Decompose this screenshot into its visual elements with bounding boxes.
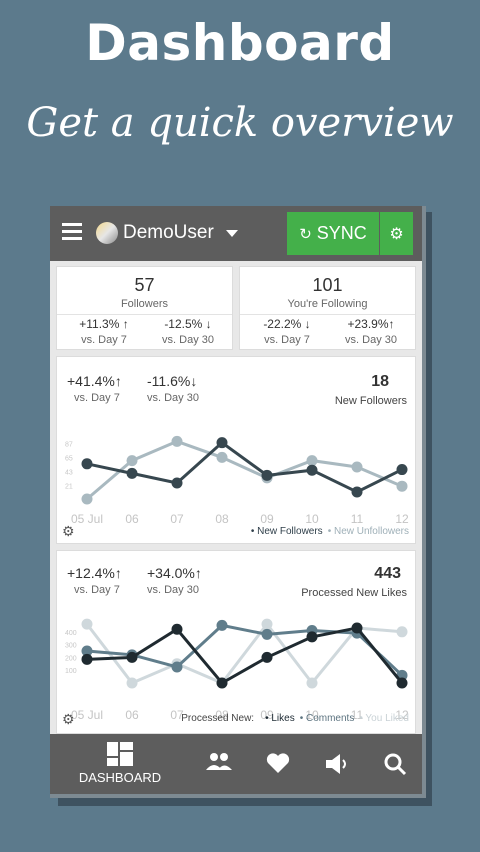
divider	[240, 314, 415, 315]
data-point	[351, 461, 363, 473]
followers-delta-day30-label: vs. Day 30	[162, 334, 214, 346]
x-tick-label: 07	[170, 512, 184, 526]
promo-title: Dashboard	[85, 14, 395, 72]
user-avatar[interactable]	[96, 222, 118, 244]
x-tick-label: 08	[215, 512, 229, 526]
x-tick-label: 05 Jul	[71, 512, 103, 526]
followers-line-chart: 87 65 43 21 05 Jul 06 07 08 09 10 11 12	[65, 435, 409, 526]
data-point	[261, 618, 273, 630]
x-tick-label: 11	[351, 512, 364, 526]
data-point	[396, 464, 408, 476]
followers-delta-day7-label: vs. Day 7	[81, 334, 127, 346]
chevron-down-icon[interactable]	[226, 230, 238, 237]
data-point	[306, 631, 318, 643]
data-point	[81, 493, 93, 505]
data-point	[81, 618, 93, 630]
promo-subtitle: Get a quick overview	[26, 100, 454, 146]
followers-stat-card[interactable]: 57 Followers +11.3% ↑ vs. Day 7 -12.5% ↓…	[56, 266, 233, 350]
data-point	[216, 451, 228, 463]
following-stat-card[interactable]: 101 You're Following -22.2% ↓ vs. Day 7 …	[239, 266, 416, 350]
divider	[57, 314, 232, 315]
megaphone-icon[interactable]	[324, 752, 350, 776]
y-tick-label: 400	[65, 630, 77, 637]
followers-count: 57	[134, 275, 155, 295]
followers-delta-day30: -12.5% ↓	[164, 317, 212, 331]
following-label: You're Following	[287, 298, 368, 310]
data-point	[396, 480, 408, 492]
y-tick-label: 21	[65, 484, 73, 491]
likes-chart-card[interactable]: +12.4%↑ vs. Day 7 +34.0%↑ vs. Day 30 443…	[56, 550, 416, 734]
data-point	[396, 677, 408, 689]
data-point	[126, 677, 138, 689]
x-tick-label: 06	[125, 512, 139, 526]
likes-chart-legend: Processed New: • Likes • Comments • You Lik…	[181, 713, 409, 724]
gear-icon[interactable]: ⚙	[380, 212, 413, 255]
search-icon[interactable]	[383, 752, 407, 776]
nav-dashboard-label: DASHBOARD	[78, 770, 162, 785]
data-point	[216, 437, 228, 449]
chart-settings-icon[interactable]: ⚙	[62, 711, 75, 728]
data-point	[306, 455, 318, 467]
data-point	[306, 464, 318, 476]
sync-button[interactable]: ↻ SYNC	[287, 212, 379, 255]
dashboard-icon	[107, 742, 133, 766]
y-tick-label: 43	[65, 469, 73, 476]
data-point	[351, 622, 363, 634]
top-bar: DemoUser ↻ SYNC ⚙	[50, 206, 422, 261]
data-point	[171, 661, 183, 673]
x-tick-label: 10	[305, 512, 319, 526]
y-tick-label: 300	[65, 643, 77, 650]
x-tick-label: 09	[260, 512, 274, 526]
data-point	[216, 619, 228, 631]
data-point	[351, 486, 363, 498]
y-tick-label: 87	[65, 441, 73, 448]
y-tick-label: 100	[65, 668, 77, 675]
y-tick-label: 65	[65, 455, 73, 462]
legend-item: • You Liked	[359, 713, 409, 724]
x-tick-label: 06	[125, 708, 139, 722]
y-tick-label: 200	[65, 655, 77, 662]
data-point	[126, 467, 138, 479]
data-point	[216, 677, 228, 689]
data-point	[126, 455, 138, 467]
data-point	[171, 435, 183, 447]
following-delta-day7: -22.2% ↓	[263, 317, 311, 331]
phone-screen: DemoUser ↻ SYNC ⚙ 57 Followers +11.3% ↑ …	[50, 206, 422, 794]
likes-line-chart: 40030020010005 Jul 06 07 08 09 10 11 12	[65, 618, 409, 722]
data-point	[171, 623, 183, 635]
data-point	[261, 469, 273, 481]
legend-item: • Comments	[299, 713, 355, 724]
following-count: 101	[312, 275, 343, 295]
followers-chart-legend: • New Followers • New Unfollowers	[246, 526, 409, 537]
followers-chart-card[interactable]: +41.4%↑ vs. Day 7 -11.6%↓ vs. Day 30 18 …	[56, 356, 416, 544]
data-point	[81, 458, 93, 470]
x-tick-label: 05 Jul	[71, 708, 103, 722]
heart-icon[interactable]	[266, 752, 290, 774]
following-delta-day30-label: vs. Day 30	[345, 334, 397, 346]
following-delta-day7-label: vs. Day 7	[264, 334, 310, 346]
users-icon[interactable]	[205, 752, 233, 772]
data-point	[126, 651, 138, 663]
legend-item: • New Unfollowers	[327, 526, 409, 537]
nav-dashboard[interactable]: DASHBOARD	[70, 734, 170, 794]
following-delta-day30: +23.9%↑	[347, 317, 395, 331]
data-point	[261, 651, 273, 663]
data-point	[396, 626, 408, 638]
x-tick-label: 12	[395, 512, 409, 526]
data-point	[306, 677, 318, 689]
sync-label: SYNC	[316, 223, 367, 243]
followers-delta-day7: +11.3% ↑	[79, 317, 129, 331]
legend-item: • Likes	[265, 713, 295, 724]
data-point	[261, 628, 273, 640]
data-point	[81, 653, 93, 665]
chart-settings-icon[interactable]: ⚙	[62, 523, 75, 540]
refresh-icon: ↻	[299, 225, 312, 243]
data-point	[171, 477, 183, 489]
bottom-nav: DASHBOARD	[50, 734, 422, 794]
legend-item: • New Followers	[250, 526, 323, 537]
menu-icon[interactable]	[62, 223, 82, 241]
user-name[interactable]: DemoUser	[123, 222, 214, 244]
followers-label: Followers	[120, 298, 169, 310]
legend-prefix: Processed New:	[181, 713, 255, 724]
